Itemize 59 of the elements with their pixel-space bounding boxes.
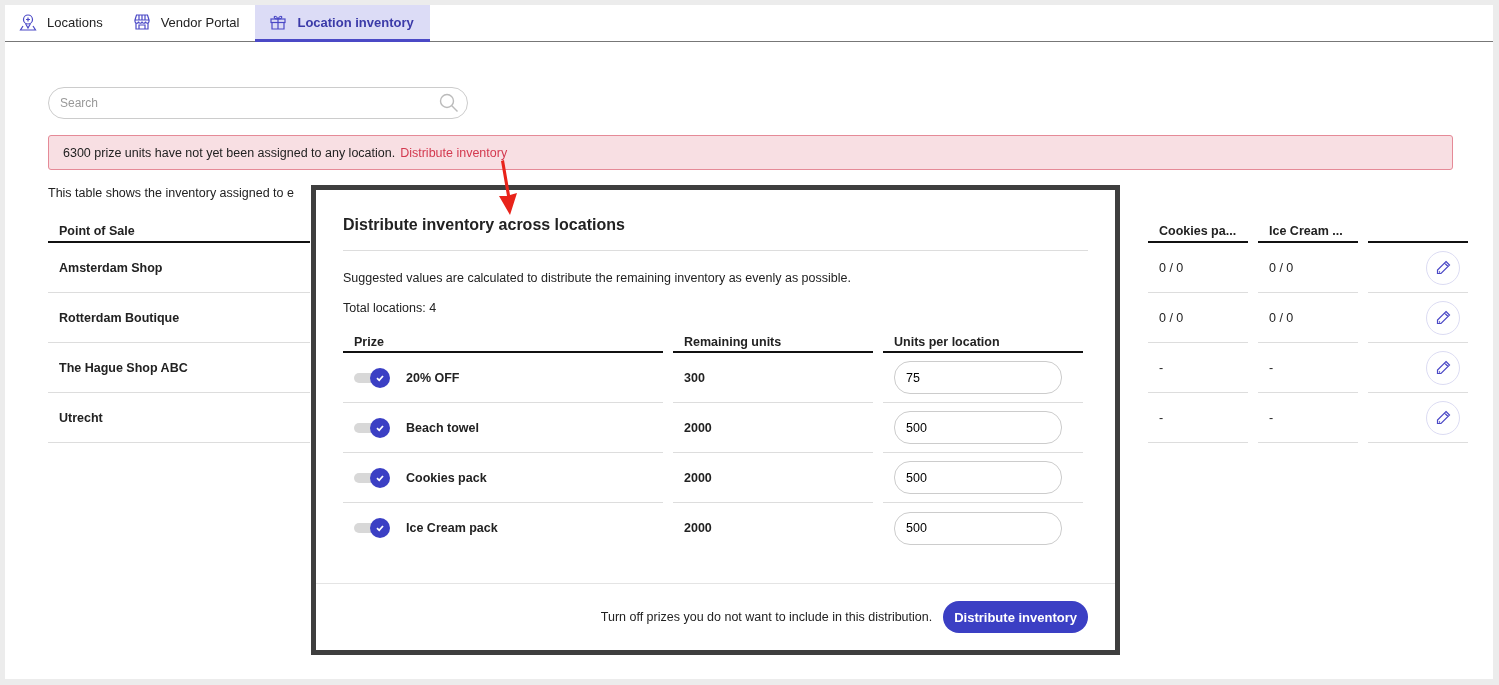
prize-name: Beach towel xyxy=(406,420,479,435)
edit-button[interactable] xyxy=(1426,250,1460,285)
edit-button[interactable] xyxy=(1426,400,1460,435)
prize-name: 20% OFF xyxy=(406,370,460,385)
toggle-switch[interactable] xyxy=(354,417,390,438)
remaining-units: 2000 xyxy=(684,420,712,435)
alert-message: 6300 prize units have not yet been assigned to any location. xyxy=(63,145,396,160)
remaining-units: 2000 xyxy=(684,521,712,535)
description-text: This table shows the inventory assigned to e xyxy=(48,186,295,200)
check-icon xyxy=(375,523,385,533)
table-cell: 0 / 0 xyxy=(1258,243,1358,293)
location-name: Utrecht xyxy=(48,393,310,443)
column-header: Prize xyxy=(343,335,663,353)
table-cell: - xyxy=(1148,343,1248,393)
toggle-switch[interactable] xyxy=(354,467,390,488)
table-cell: - xyxy=(1148,393,1248,443)
column-header: Ice Cream ... xyxy=(1258,224,1358,243)
storefront-icon xyxy=(132,13,151,31)
table-cell: - xyxy=(1258,393,1358,443)
prize-name: Cookies pack xyxy=(406,470,487,485)
location-name: Amsterdam Shop xyxy=(48,243,310,293)
map-pin-icon xyxy=(19,13,37,31)
toggle-switch[interactable] xyxy=(354,518,390,538)
column-header: Cookies pa... xyxy=(1148,224,1248,243)
remaining-units: 2000 xyxy=(684,470,712,485)
pencil-icon xyxy=(1434,258,1452,277)
table-cell: 0 / 0 xyxy=(1148,243,1248,293)
table-cell: 0 / 0 xyxy=(1148,293,1248,343)
distribute-inventory-button[interactable]: Distribute inventory xyxy=(943,601,1088,633)
pencil-icon xyxy=(1434,308,1452,327)
total-locations-text: Total locations: 4 xyxy=(343,301,438,315)
toggle-switch[interactable] xyxy=(354,367,390,388)
search-field[interactable]: Search xyxy=(48,87,468,119)
units-input[interactable]: 500 xyxy=(894,461,1062,494)
tab[interactable]: Location inventory xyxy=(255,5,430,42)
gift-icon xyxy=(269,13,288,31)
distribute-inventory-link[interactable]: Distribute inventory xyxy=(400,145,508,160)
table-cell: - xyxy=(1258,343,1358,393)
location-name: The Hague Shop ABC xyxy=(48,343,310,393)
location-name: Rotterdam Boutique xyxy=(48,293,310,343)
dialog-title: Distribute inventory across locations xyxy=(343,216,626,234)
tab[interactable]: Locations xyxy=(5,5,119,42)
remaining-units: 300 xyxy=(684,370,705,385)
table-cell: 0 / 0 xyxy=(1258,293,1358,343)
prize-name: Ice Cream pack xyxy=(406,521,498,535)
edit-button[interactable] xyxy=(1426,300,1460,335)
pencil-icon xyxy=(1434,408,1452,427)
units-input[interactable]: 500 xyxy=(894,511,1062,545)
search-icon xyxy=(439,93,459,113)
edit-button[interactable] xyxy=(1426,350,1460,385)
units-input[interactable]: 500 xyxy=(894,411,1062,444)
footer-note: Turn off prizes you do not want to include in this distribution. xyxy=(600,610,933,624)
dialog-intro-text: Suggested values are calculated to distribute the remaining inventory as evenly as possible. xyxy=(343,271,852,285)
column-header: Remaining units xyxy=(673,335,873,353)
column-header: Units per location xyxy=(883,335,1083,353)
column-header: Point of Sale xyxy=(48,224,310,243)
tab[interactable]: Vendor Portal xyxy=(118,5,256,42)
pencil-icon xyxy=(1434,358,1452,377)
units-input[interactable]: 75 xyxy=(894,361,1062,394)
